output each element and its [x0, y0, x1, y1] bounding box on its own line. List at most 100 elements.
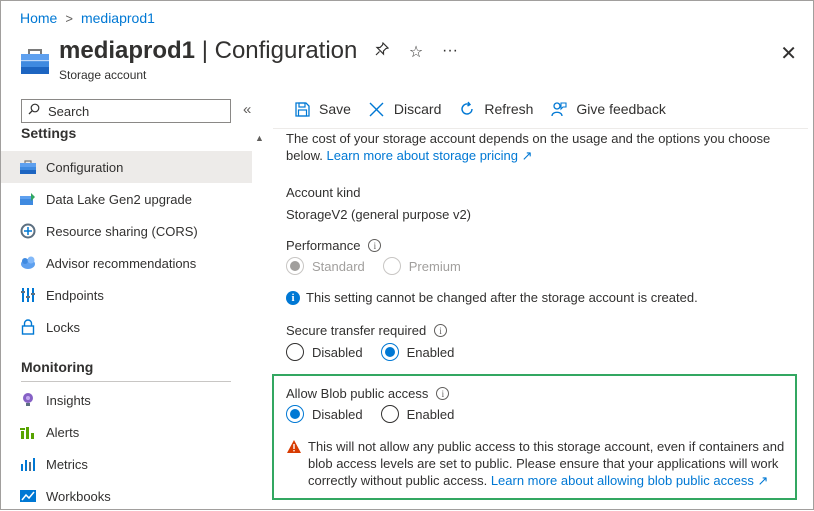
sidebar-item-label: Locks	[46, 319, 80, 335]
radio-label: Enabled	[406, 344, 455, 360]
header-actions: ☆ ···	[373, 41, 459, 62]
info-icon[interactable]: i	[434, 324, 448, 337]
lock-icon	[19, 319, 36, 336]
storage-account-icon	[21, 49, 49, 74]
sidebar-item-workbooks[interactable]: Workbooks	[1, 480, 252, 511]
sidebar: Settings Configuration Data Lake Gen2 up…	[1, 125, 253, 511]
workbooks-icon	[19, 488, 36, 505]
radio-unselected-icon	[380, 405, 399, 423]
sidebar-item-label: Configuration	[46, 159, 124, 175]
performance-standard-radio: Standard	[286, 257, 365, 275]
pricing-link-text: Learn more about storage pricing	[326, 148, 519, 163]
sidebar-item-label: Data Lake Gen2 upgrade	[46, 191, 192, 207]
sidebar-item-advisor[interactable]: Advisor recommendations	[1, 247, 252, 279]
sidebar-item-metrics[interactable]: Metrics	[1, 448, 252, 480]
save-label: Save	[319, 101, 351, 117]
radio-label: Disabled	[312, 344, 363, 360]
blob-warning-body: This will not allow any public access to…	[308, 438, 796, 489]
feedback-label: Give feedback	[576, 101, 666, 117]
refresh-button[interactable]: Refresh	[458, 101, 533, 117]
refresh-label: Refresh	[484, 101, 534, 117]
alerts-icon	[19, 424, 36, 441]
cors-icon	[19, 223, 36, 240]
secure-transfer-label: Secure transfer required i	[286, 323, 448, 338]
performance-info-text: This setting cannot be changed after the…	[306, 290, 698, 305]
radio-label: Disabled	[312, 406, 363, 422]
blob-access-link-text: Learn more about allowing blob public ac…	[490, 473, 754, 488]
pricing-link[interactable]: Learn more about storage pricing ↗	[327, 148, 533, 163]
blob-warning-message: This will not allow any public access to…	[286, 438, 796, 489]
resource-type: Storage account	[59, 68, 147, 82]
radio-selected-icon	[380, 343, 399, 361]
intro-text: The cost of your storage account depends…	[286, 130, 786, 164]
insights-icon	[19, 392, 36, 409]
sidebar-item-locks[interactable]: Locks	[1, 311, 252, 343]
more-icon[interactable]: ···	[441, 42, 459, 62]
scroll-up-arrow-icon[interactable]: ▲	[255, 133, 264, 143]
blob-public-access-label-text: Allow Blob public access	[286, 386, 429, 401]
close-icon[interactable]: ✕	[780, 41, 797, 66]
chevron-right-icon: >	[65, 10, 73, 26]
resource-name: mediaprod1	[59, 37, 196, 64]
performance-premium-radio: Premium	[382, 257, 461, 275]
secure-transfer-label-text: Secure transfer required	[286, 323, 427, 338]
sidebar-item-label: Alerts	[46, 424, 80, 440]
sidebar-item-insights[interactable]: Insights	[1, 384, 252, 416]
divider	[21, 381, 231, 382]
radio-unselected-icon	[286, 343, 304, 361]
info-filled-icon: i	[286, 290, 300, 305]
command-bar: Save Discard Refresh Give feedback	[293, 101, 683, 117]
info-icon[interactable]: i	[436, 387, 450, 400]
sidebar-item-alerts[interactable]: Alerts	[1, 416, 252, 448]
sidebar-item-cors[interactable]: Resource sharing (CORS)	[1, 215, 252, 247]
blob-public-disabled-radio[interactable]: Disabled	[286, 405, 363, 423]
give-feedback-button[interactable]: Give feedback	[550, 101, 666, 117]
secure-transfer-disabled-radio[interactable]: Disabled	[286, 343, 363, 361]
data-lake-icon	[19, 191, 36, 208]
breadcrumb-current[interactable]: mediaprod1	[81, 10, 155, 26]
page-name: | Configuration	[201, 37, 358, 64]
performance-label: Performance i	[286, 238, 382, 253]
collapse-sidebar-icon[interactable]: «	[243, 101, 251, 118]
secure-transfer-enabled-radio[interactable]: Enabled	[380, 343, 455, 361]
discard-button[interactable]: Discard	[368, 101, 441, 117]
sidebar-item-data-lake[interactable]: Data Lake Gen2 upgrade	[1, 183, 252, 215]
search-input[interactable]	[46, 102, 216, 120]
blob-public-enabled-radio[interactable]: Enabled	[380, 405, 455, 423]
search-box[interactable]	[21, 99, 231, 123]
performance-label-text: Performance	[286, 238, 361, 253]
star-icon[interactable]: ☆	[407, 42, 425, 62]
blob-access-link[interactable]: Learn more about allowing blob public ac…	[491, 473, 769, 488]
info-icon[interactable]: i	[368, 239, 382, 252]
save-icon	[293, 101, 311, 117]
sidebar-item-label: Endpoints	[46, 287, 104, 303]
sidebar-item-configuration[interactable]: Configuration	[1, 151, 252, 183]
search-icon	[28, 102, 40, 120]
account-kind-label: Account kind	[286, 185, 360, 200]
performance-info-message: i This setting cannot be changed after t…	[286, 290, 698, 305]
radio-label: Standard	[312, 258, 365, 274]
save-button[interactable]: Save	[293, 101, 351, 117]
performance-radio-group: Standard Premium	[286, 257, 479, 275]
blob-public-access-radio-group: Disabled Enabled	[286, 405, 472, 423]
radio-label: Enabled	[406, 406, 455, 422]
pin-icon[interactable]	[373, 41, 391, 62]
endpoints-icon	[19, 287, 36, 304]
configuration-icon	[19, 159, 36, 176]
external-link-icon: ↗	[757, 473, 769, 488]
radio-selected-icon	[286, 405, 304, 423]
settings-section-header: Settings	[21, 125, 77, 141]
breadcrumb-home[interactable]: Home	[20, 10, 57, 26]
sidebar-item-endpoints[interactable]: Endpoints	[1, 279, 252, 311]
account-kind-value: StorageV2 (general purpose v2)	[286, 207, 472, 222]
toolbar-divider	[273, 128, 808, 129]
sidebar-item-label: Resource sharing (CORS)	[46, 223, 198, 239]
radio-selected-icon	[286, 257, 304, 275]
advisor-icon	[19, 255, 36, 272]
sidebar-item-label: Metrics	[46, 456, 88, 472]
monitoring-section-header: Monitoring	[21, 359, 94, 375]
external-link-icon: ↗	[521, 148, 533, 163]
sidebar-item-label: Advisor recommendations	[46, 255, 197, 271]
discard-label: Discard	[393, 101, 442, 117]
breadcrumb: Home > mediaprod1	[20, 10, 155, 26]
